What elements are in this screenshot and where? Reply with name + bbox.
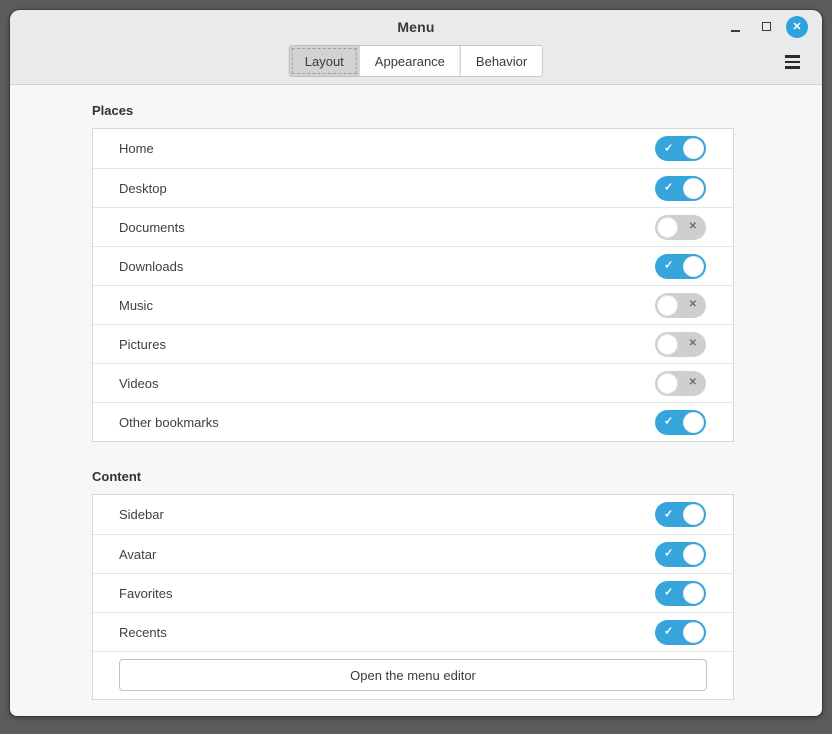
toggle-switch[interactable]: ✓ ✕ (655, 332, 706, 357)
settings-window: Menu ✕ Layout Appearance Behavior (10, 10, 822, 716)
toggle-switch[interactable]: ✓ ✕ (655, 542, 706, 567)
list-item-label: Home (119, 141, 154, 156)
list-item: Downloads ✓ ✕ (93, 246, 733, 285)
list-item: Avatar ✓ ✕ (93, 534, 733, 573)
toggle-knob (683, 178, 704, 199)
check-icon: ✓ (664, 588, 673, 599)
list-item-label: Desktop (119, 181, 167, 196)
cross-icon: ✕ (689, 222, 697, 232)
toggle-switch[interactable]: ✓ ✕ (655, 136, 706, 161)
toggle-switch[interactable]: ✓ ✕ (655, 254, 706, 279)
maximize-icon (762, 22, 771, 31)
toggle-knob (657, 373, 678, 394)
section-title-content: Content (92, 469, 822, 484)
list-item: Videos ✓ ✕ (93, 363, 733, 402)
list-item-label: Documents (119, 220, 185, 235)
toggle-knob (683, 412, 704, 433)
list-item: Documents ✓ ✕ (93, 207, 733, 246)
toggle-switch[interactable]: ✓ ✕ (655, 620, 706, 645)
toggle-switch[interactable]: ✓ ✕ (655, 410, 706, 435)
toggle-knob (657, 217, 678, 238)
check-icon: ✓ (664, 627, 673, 638)
toggle-switch[interactable]: ✓ ✕ (655, 581, 706, 606)
minimize-button[interactable] (724, 16, 746, 38)
toggle-knob (683, 544, 704, 565)
titlebar[interactable]: Menu ✕ (10, 10, 822, 43)
toggle-switch[interactable]: ✓ ✕ (655, 293, 706, 318)
toggle-knob (657, 295, 678, 316)
toggle-switch[interactable]: ✓ ✕ (655, 176, 706, 201)
check-icon: ✓ (664, 509, 673, 520)
toggle-knob (683, 504, 704, 525)
section-title-places: Places (92, 103, 822, 118)
toggle-knob (683, 256, 704, 277)
minimize-icon (731, 30, 740, 32)
check-icon: ✓ (664, 417, 673, 428)
maximize-button[interactable] (755, 16, 777, 38)
list-item: Music ✓ ✕ (93, 285, 733, 324)
list-item-label: Sidebar (119, 507, 164, 522)
cross-icon: ✕ (689, 339, 697, 349)
toggle-knob (683, 583, 704, 604)
list-item: Home ✓ ✕ (93, 129, 733, 168)
list-item: Recents ✓ ✕ (93, 612, 733, 651)
list-item: Sidebar ✓ ✕ (93, 495, 733, 534)
hamburger-icon (785, 55, 800, 58)
list-item-label: Other bookmarks (119, 415, 219, 430)
check-icon: ✓ (664, 183, 673, 194)
tabs-row: Layout Appearance Behavior (10, 44, 822, 85)
layout-tab-content: Places Home ✓ ✕ Desktop ✓ ✕ Documents ✓ … (10, 103, 822, 700)
menu-editor-row: Open the menu editor (93, 651, 733, 699)
list-item-label: Pictures (119, 337, 166, 352)
list-item-label: Recents (119, 625, 167, 640)
window-controls: ✕ (724, 10, 808, 43)
list-item: Pictures ✓ ✕ (93, 324, 733, 363)
content-list: Sidebar ✓ ✕ Avatar ✓ ✕ Favorites ✓ ✕ Rec… (92, 494, 734, 700)
cross-icon: ✕ (689, 378, 697, 388)
places-list: Home ✓ ✕ Desktop ✓ ✕ Documents ✓ ✕ Downl… (92, 128, 734, 442)
list-item-label: Music (119, 298, 153, 313)
cross-icon: ✕ (689, 300, 697, 310)
check-icon: ✓ (664, 143, 673, 154)
list-item: Other bookmarks ✓ ✕ (93, 402, 733, 441)
list-item: Favorites ✓ ✕ (93, 573, 733, 612)
tab-layout[interactable]: Layout (289, 45, 360, 77)
list-item-label: Downloads (119, 259, 183, 274)
toggle-knob (683, 138, 704, 159)
open-menu-editor-button[interactable]: Open the menu editor (119, 659, 707, 691)
check-icon: ✓ (664, 261, 673, 272)
toggle-switch[interactable]: ✓ ✕ (655, 215, 706, 240)
toggle-switch[interactable]: ✓ ✕ (655, 502, 706, 527)
toggle-switch[interactable]: ✓ ✕ (655, 371, 706, 396)
list-item-label: Videos (119, 376, 159, 391)
toggle-knob (657, 334, 678, 355)
window-header: Menu ✕ Layout Appearance Behavior (10, 10, 822, 85)
tab-bar: Layout Appearance Behavior (289, 45, 543, 77)
hamburger-menu-button[interactable] (778, 48, 806, 76)
check-icon: ✓ (664, 549, 673, 560)
tab-appearance[interactable]: Appearance (359, 45, 461, 77)
toggle-knob (683, 622, 704, 643)
tab-behavior[interactable]: Behavior (460, 45, 543, 77)
list-item: Desktop ✓ ✕ (93, 168, 733, 207)
window-title: Menu (397, 19, 434, 35)
list-item-label: Avatar (119, 547, 156, 562)
close-icon: ✕ (792, 16, 801, 38)
close-button[interactable]: ✕ (786, 16, 808, 38)
list-item-label: Favorites (119, 586, 172, 601)
